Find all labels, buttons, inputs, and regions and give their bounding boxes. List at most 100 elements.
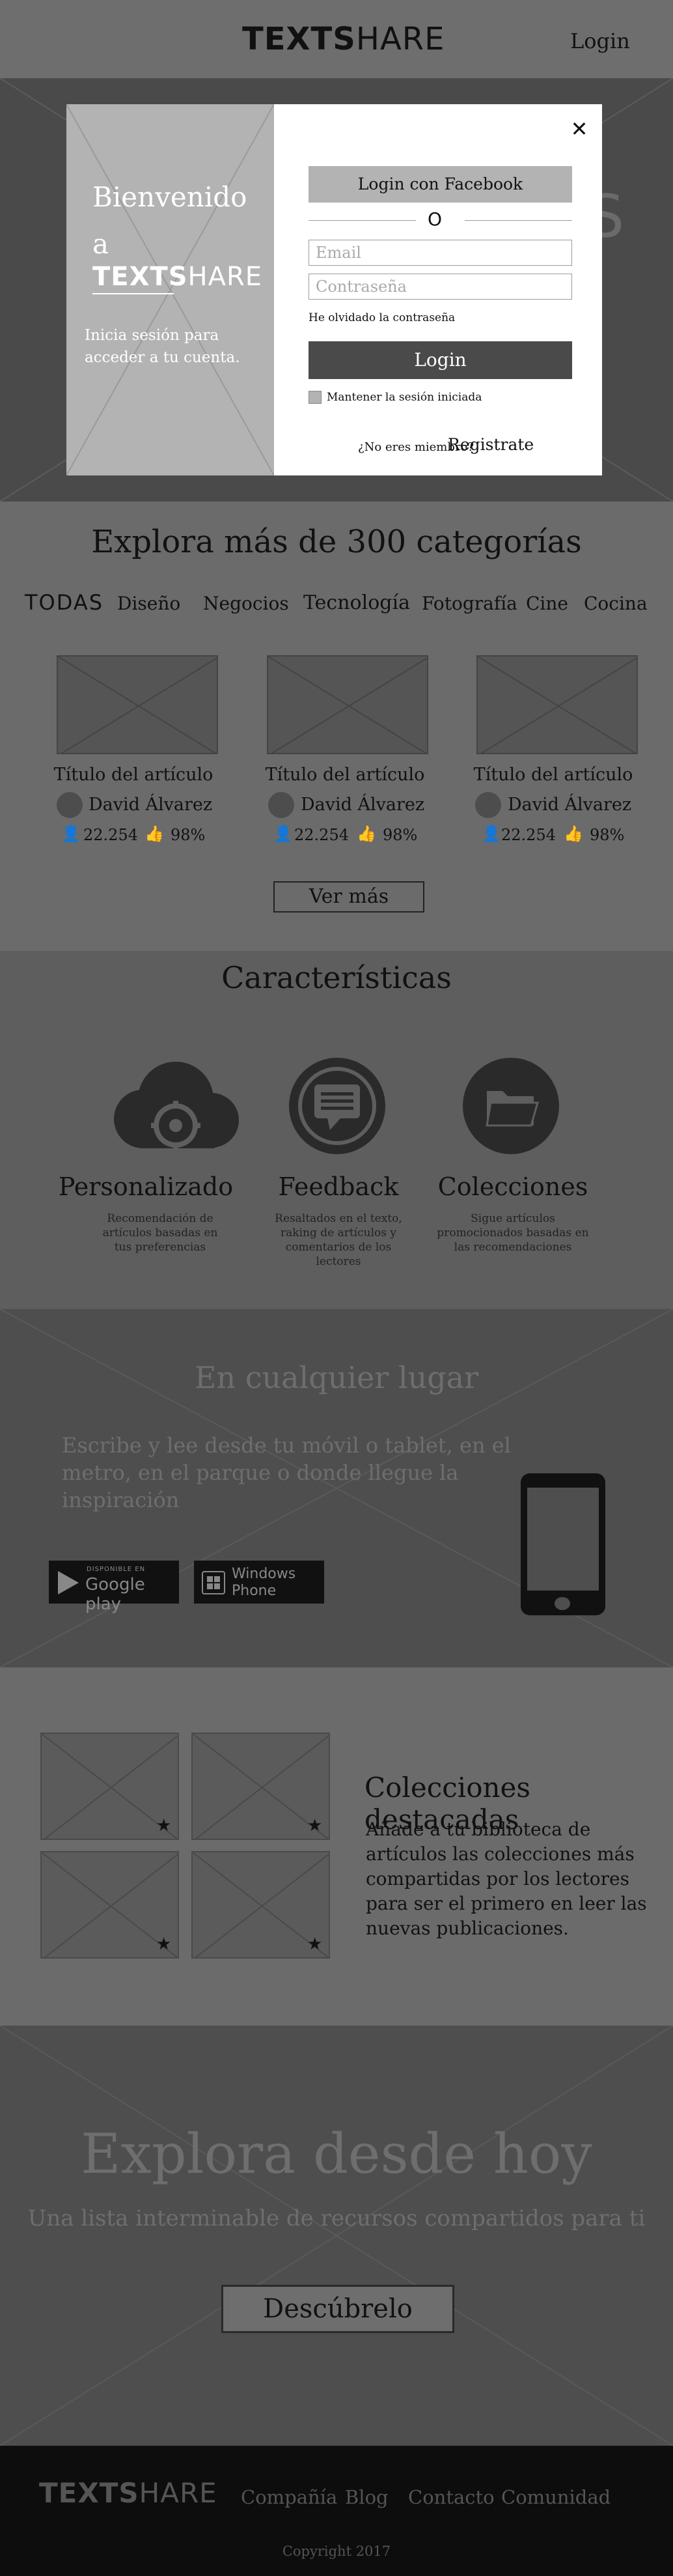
- collections-section: ★ ★ ★ ★ Colecciones destacadas Añade a t…: [0, 1667, 673, 2026]
- phone-screen: [527, 1488, 599, 1591]
- article-views: 22.254: [501, 826, 556, 844]
- footer: TEXTSHARE Compañía Blog Contacto Comunid…: [0, 2446, 673, 2576]
- footer-logo[interactable]: TEXTSHARE: [39, 2477, 217, 2509]
- article-likes: 98%: [171, 826, 206, 844]
- article-image[interactable]: [476, 655, 638, 754]
- user-icon: 👤: [273, 825, 293, 843]
- welcome-brand-line: a TEXTSHARE: [92, 228, 274, 292]
- welcome-a: a: [92, 228, 109, 260]
- article-likes: 98%: [383, 826, 418, 844]
- feature-description: Resaltados en el texto, raking de artícu…: [275, 1212, 402, 1268]
- close-icon[interactable]: ✕: [568, 117, 591, 141]
- gplay-small-label: DISPONIBLE EN: [87, 1566, 146, 1573]
- or-divider-right: [465, 220, 572, 221]
- logo-bold: TEXTS: [242, 21, 356, 57]
- article-author[interactable]: David Álvarez: [301, 795, 424, 815]
- avatar: [268, 792, 294, 818]
- features-title: Características: [221, 960, 452, 995]
- tab-cocina[interactable]: Cocina: [584, 593, 648, 614]
- see-more-button[interactable]: Ver más: [273, 881, 424, 913]
- logo-bold: TEXTS: [92, 262, 188, 292]
- wphone-label-1: Windows: [232, 1566, 296, 1582]
- image-placeholder-icon: [478, 657, 637, 753]
- explore-section: Explora desde hoy Una lista interminable…: [0, 2026, 673, 2446]
- logo-light: HARE: [355, 21, 445, 57]
- explore-placeholder-image: [0, 2026, 673, 2446]
- tab-fotografia[interactable]: Fotografía: [422, 593, 517, 614]
- windows-phone-button[interactable]: Windows Phone: [194, 1561, 324, 1604]
- footer-link-blog[interactable]: Blog: [345, 2486, 389, 2508]
- logo[interactable]: TEXTSHARE: [242, 21, 445, 57]
- discover-button[interactable]: Descúbrelo: [221, 2285, 454, 2333]
- star-icon: ★: [307, 1934, 323, 1954]
- feature-name: Colecciones: [437, 1172, 588, 1201]
- facebook-login-button[interactable]: Login con Facebook: [309, 166, 572, 203]
- avatar: [57, 792, 83, 818]
- user-icon: 👤: [61, 825, 81, 843]
- avatar: [475, 792, 501, 818]
- star-icon: ★: [307, 1816, 323, 1835]
- welcome-divider: [92, 293, 174, 294]
- collection-tile[interactable]: ★: [40, 1851, 179, 1959]
- article-title[interactable]: Título del artículo: [36, 765, 231, 785]
- phone-icon: [521, 1473, 605, 1615]
- welcome-subtitle: Inicia sesión para acceder a tu cuenta.: [85, 327, 240, 366]
- tab-negocios[interactable]: Negocios: [203, 593, 289, 614]
- collections-description: Añade a tu biblioteca de artículos las c…: [366, 1819, 647, 1939]
- feature-description: Recomendación de artículos basadas en tu…: [102, 1212, 218, 1254]
- explore-title: Explora desde hoy: [81, 2122, 592, 2186]
- or-label: O: [428, 208, 443, 230]
- gplay-label: Google play: [85, 1575, 145, 1614]
- article-image[interactable]: [267, 655, 428, 754]
- anywhere-section: En cualquier lugar Escribe y lee desde t…: [0, 1309, 673, 1667]
- tab-todas[interactable]: TODAS: [25, 590, 103, 615]
- tab-cine[interactable]: Cine: [526, 593, 568, 614]
- or-divider-left: [309, 220, 416, 221]
- logo-light: HARE: [139, 2477, 217, 2509]
- anywhere-title: En cualquier lugar: [194, 1360, 479, 1395]
- copyright: Copyright 2017: [282, 2543, 391, 2559]
- login-modal: Bienvenido a TEXTSHARE Inicia sesión par…: [66, 104, 602, 475]
- article-views: 22.254: [83, 826, 138, 844]
- login-button[interactable]: Login: [309, 341, 572, 379]
- logo-light: HARE: [187, 262, 263, 292]
- forgot-password-link[interactable]: He olvidado la contraseña: [309, 311, 455, 324]
- article-likes: 98%: [590, 826, 625, 844]
- cloud-gear-icon: [114, 1062, 239, 1150]
- password-field[interactable]: [309, 274, 572, 300]
- email-field[interactable]: [309, 240, 572, 266]
- header-login-link[interactable]: Login: [570, 29, 630, 53]
- tab-diseno[interactable]: Diseño: [117, 593, 180, 614]
- thumbs-up-icon: 👍: [144, 825, 164, 843]
- footer-link-company[interactable]: Compañía: [241, 2486, 337, 2508]
- tab-tecnologia[interactable]: Tecnología: [303, 591, 410, 614]
- feature-name: Personalizado: [58, 1172, 234, 1201]
- categories-section: Explora más de 300 categorías TODAS Dise…: [0, 502, 673, 951]
- remember-checkbox[interactable]: [309, 391, 322, 404]
- collection-tile[interactable]: ★: [191, 1733, 330, 1840]
- image-placeholder-icon: [58, 657, 217, 753]
- user-icon: 👤: [482, 825, 501, 843]
- register-link[interactable]: Registrate: [448, 435, 534, 454]
- feedback-icon: [289, 1058, 385, 1154]
- anywhere-subtitle: Escribe y lee desde tu móvil o tablet, e…: [62, 1433, 511, 1512]
- article-title[interactable]: Título del artículo: [456, 765, 651, 785]
- star-icon: ★: [156, 1816, 172, 1835]
- article-title[interactable]: Título del artículo: [247, 765, 443, 785]
- modal-welcome-panel: Bienvenido a TEXTSHARE Inicia sesión par…: [66, 104, 274, 475]
- header: TEXTSHARE Login: [0, 0, 673, 78]
- play-icon: [58, 1571, 79, 1594]
- article-author[interactable]: David Álvarez: [89, 795, 212, 815]
- google-play-button[interactable]: DISPONIBLE EN Google play: [49, 1561, 179, 1614]
- collection-tile[interactable]: ★: [40, 1733, 179, 1840]
- footer-link-community[interactable]: Comunidad: [501, 2486, 611, 2508]
- thumbs-up-icon: 👍: [564, 825, 583, 843]
- categories-title: Explora más de 300 categorías: [91, 524, 582, 560]
- collection-tile[interactable]: ★: [191, 1851, 330, 1959]
- footer-link-contact[interactable]: Contacto: [408, 2486, 495, 2508]
- article-image[interactable]: [57, 655, 218, 754]
- article-author[interactable]: David Álvarez: [508, 795, 631, 815]
- windows-icon: [202, 1571, 225, 1594]
- welcome-heading: Bienvenido: [92, 181, 247, 213]
- remember-label: Mantener la sesión iniciada: [327, 391, 482, 404]
